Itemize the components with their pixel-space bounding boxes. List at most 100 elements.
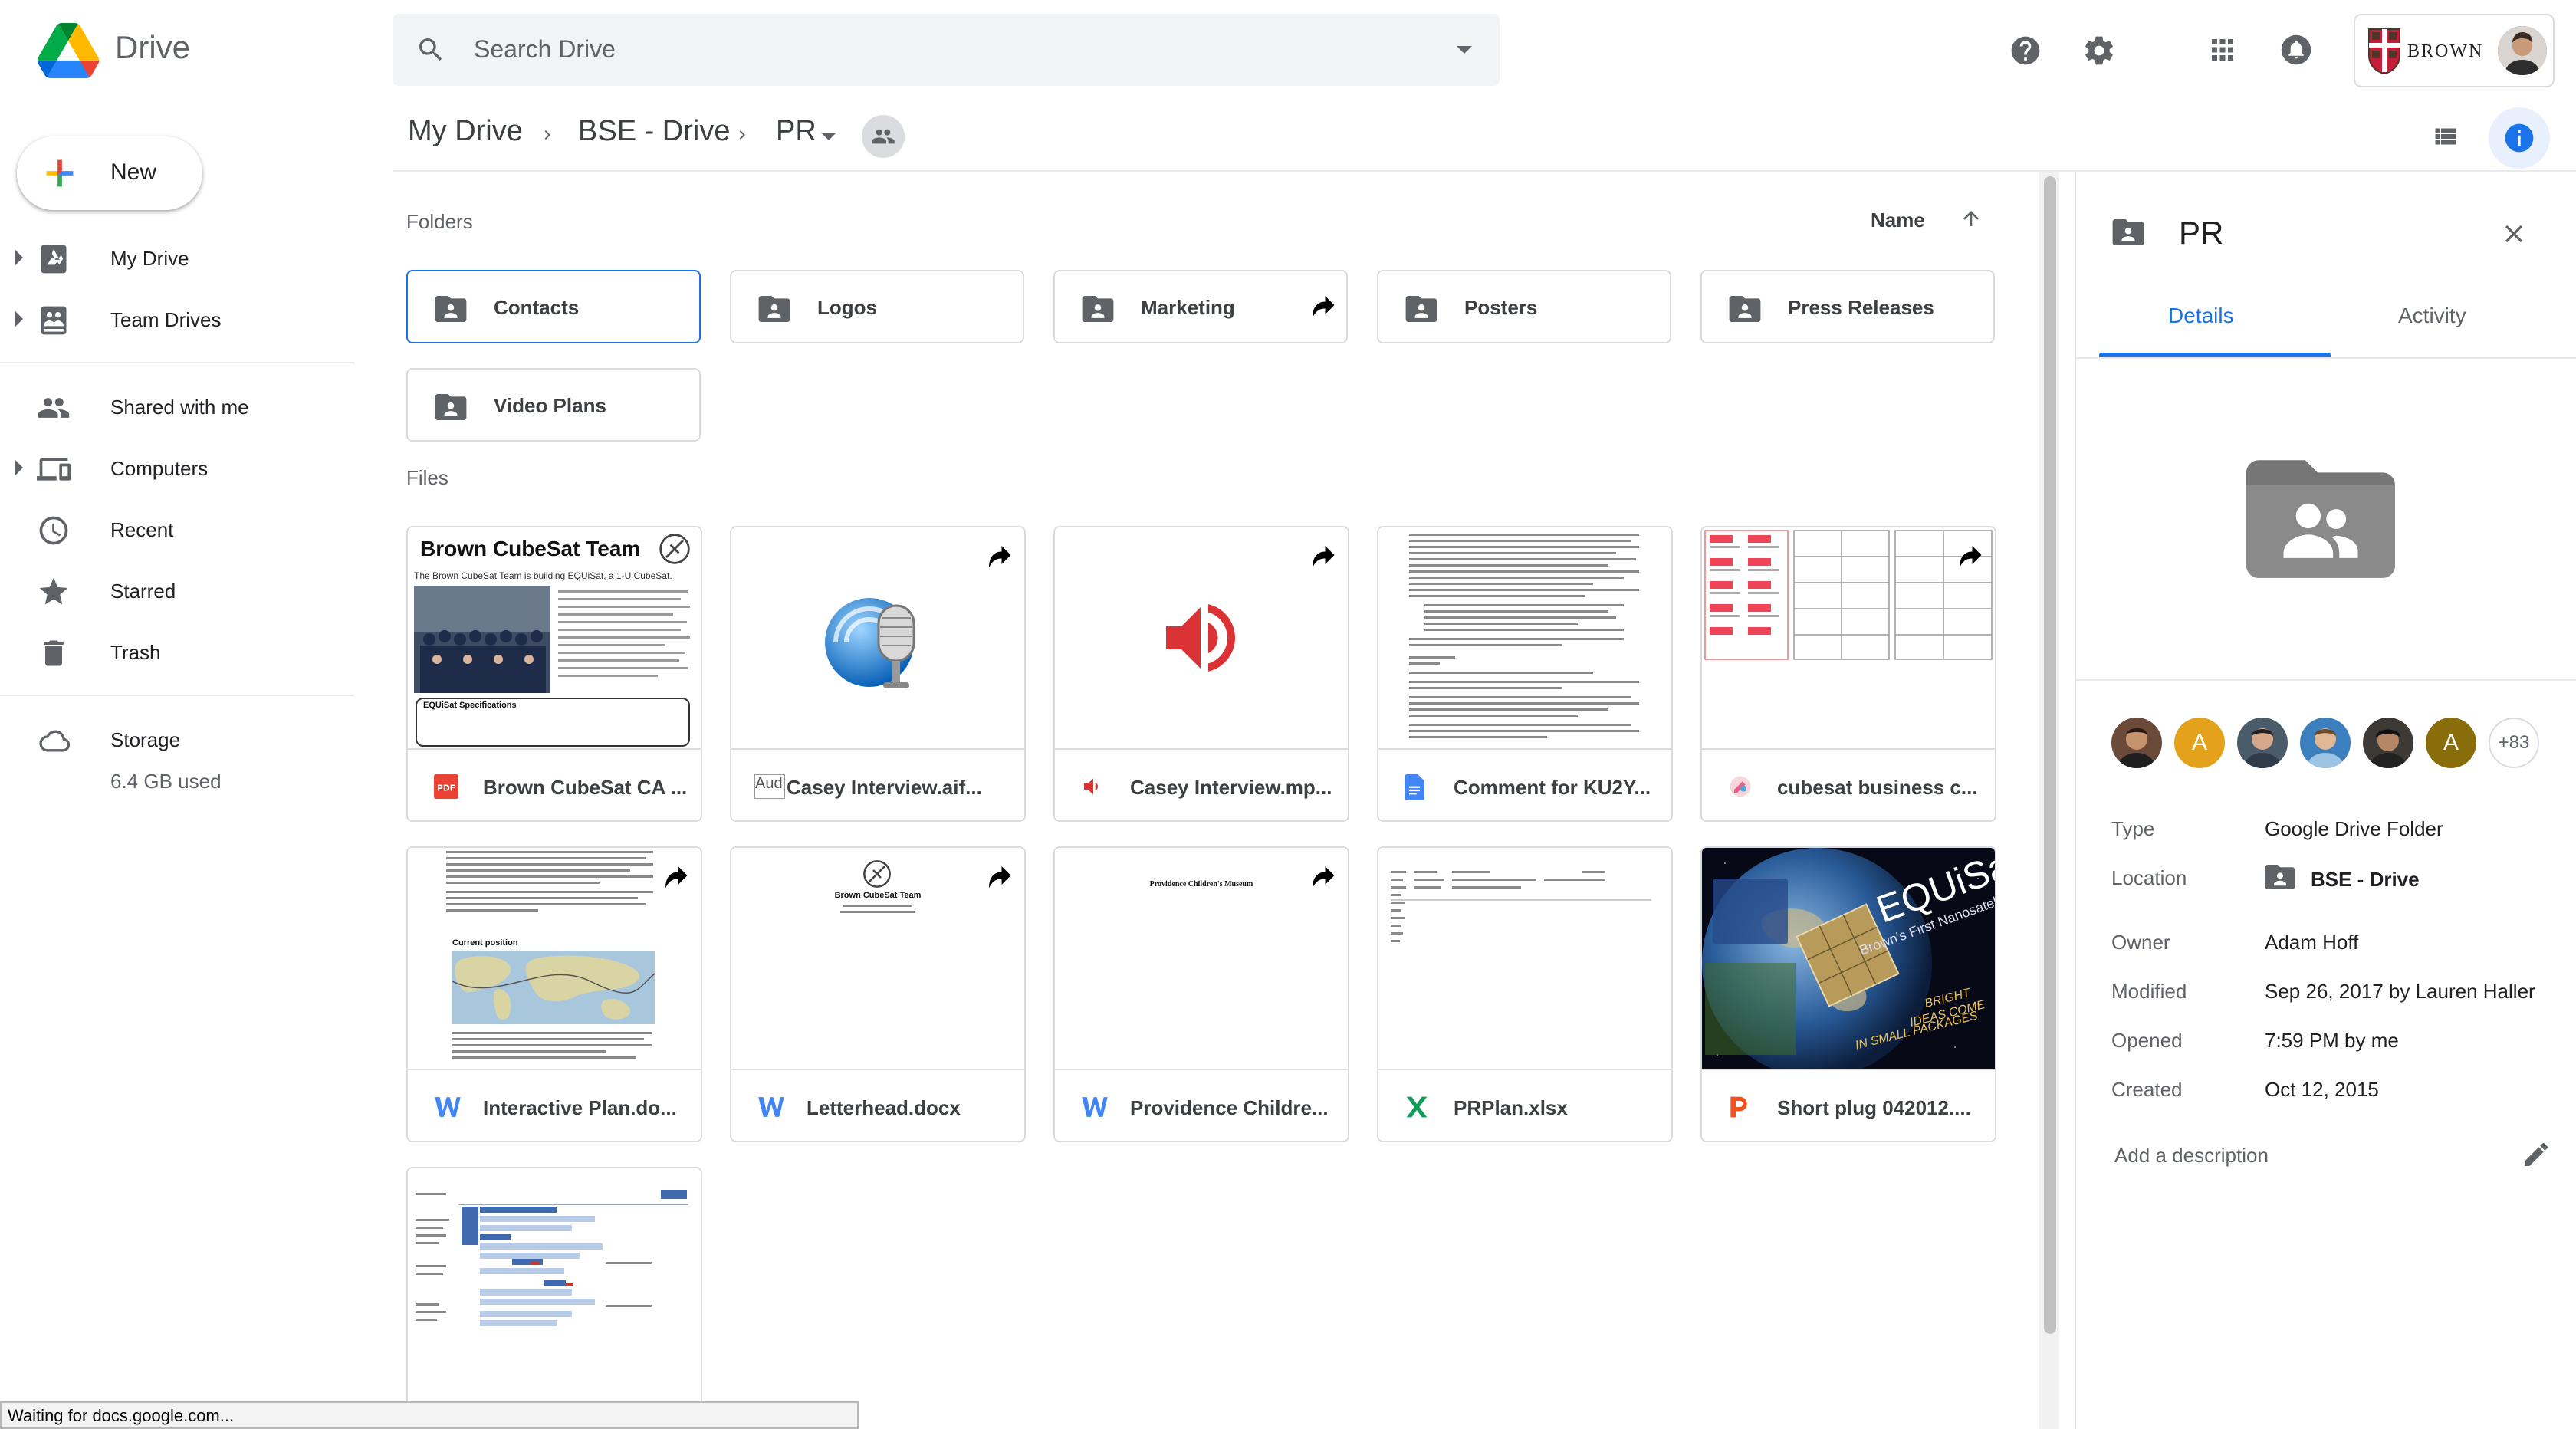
file-card[interactable] bbox=[406, 1167, 702, 1429]
meta-value-modified: Sep 26, 2017 by Lauren Haller bbox=[2265, 980, 2535, 1003]
tab-details[interactable]: Details bbox=[2168, 304, 2234, 328]
file-card[interactable]: EQUiSat Brown's First Nanosatellite BRIG… bbox=[1700, 846, 1996, 1142]
document-text-lines bbox=[1409, 534, 1639, 738]
document-text-lines bbox=[840, 905, 915, 913]
folder-card[interactable]: Contacts bbox=[406, 270, 701, 343]
shortcut-arrow-icon bbox=[1960, 546, 1982, 568]
document-text-lines bbox=[452, 1032, 652, 1059]
collaborator-avatar[interactable] bbox=[2363, 718, 2413, 768]
sidebar-item-recent[interactable]: Recent bbox=[0, 503, 353, 557]
file-card[interactable]: Comment for KU2Y... bbox=[1377, 526, 1673, 822]
file-card[interactable]: cubesat business c... bbox=[1700, 526, 1996, 822]
powerpoint-file-icon bbox=[1730, 1096, 1747, 1118]
sidebar-item-computers[interactable]: Computers bbox=[0, 442, 353, 495]
podcast-microphone-icon bbox=[825, 598, 915, 688]
expand-caret-icon[interactable] bbox=[14, 248, 25, 267]
file-footer: Letterhead.docx bbox=[731, 1069, 1024, 1141]
user-avatar[interactable] bbox=[2498, 26, 2547, 75]
collaborator-avatar[interactable] bbox=[2237, 718, 2288, 768]
gantt-chart-preview bbox=[416, 1190, 688, 1326]
file-card[interactable]: Providence Children's Museum Providence … bbox=[1053, 846, 1349, 1142]
file-thumbnail bbox=[1378, 527, 1671, 748]
search-icon[interactable] bbox=[416, 34, 446, 65]
help-icon[interactable] bbox=[2009, 34, 2042, 67]
file-card[interactable]: Casey Interview.mp... bbox=[1053, 526, 1349, 822]
file-card[interactable]: PRPlan.xlsx bbox=[1377, 846, 1673, 1142]
trash-icon bbox=[44, 640, 64, 666]
thumb-title: Brown CubeSat Team bbox=[834, 891, 922, 900]
sort-ascending-arrow-icon[interactable] bbox=[1960, 207, 1983, 230]
collaborator-avatar[interactable] bbox=[2300, 718, 2351, 768]
apps-grid-icon[interactable] bbox=[2206, 34, 2239, 66]
file-thumbnail: Brown CubeSat Team The Brown CubeSat Tea… bbox=[408, 527, 701, 748]
file-name: Short plug 042012.... bbox=[1777, 1096, 1971, 1119]
file-card[interactable]: Brown CubeSat Team Letterhead.docx bbox=[730, 846, 1026, 1142]
sidebar-item-trash[interactable]: Trash bbox=[0, 626, 353, 679]
tab-activity[interactable]: Activity bbox=[2398, 304, 2466, 328]
settings-gear-icon[interactable] bbox=[2082, 34, 2116, 67]
file-name: cubesat business c... bbox=[1777, 776, 1978, 799]
sidebar-item-shared-with-me[interactable]: Shared with me bbox=[0, 380, 353, 434]
details-toggle-button[interactable] bbox=[2489, 107, 2550, 169]
shared-folder-badge[interactable] bbox=[862, 115, 905, 158]
content-scrollbar-thumb[interactable] bbox=[2044, 176, 2056, 1334]
file-thumbnail: Providence Children's Museum bbox=[1055, 848, 1348, 1069]
file-card[interactable]: Current position Interactive Plan.do... bbox=[406, 846, 702, 1142]
chevron-down-icon[interactable] bbox=[820, 132, 837, 143]
team-drives-icon bbox=[41, 306, 67, 335]
file-thumbnail bbox=[408, 1168, 701, 1389]
sidebar-item-storage[interactable]: Storage bbox=[0, 713, 353, 767]
collaborator-avatar[interactable] bbox=[2111, 718, 2162, 768]
search-options-dropdown-icon[interactable] bbox=[1455, 44, 1474, 55]
broken-image-icon: Audio bbox=[754, 774, 785, 799]
meta-label: Owner bbox=[2111, 931, 2170, 954]
satellite-logo-icon bbox=[659, 534, 690, 564]
new-button[interactable]: New bbox=[17, 136, 202, 210]
file-thumbnail: Brown CubeSat Team bbox=[731, 848, 1024, 1069]
folders-section-title: Folders bbox=[406, 210, 473, 233]
breadcrumb-my-drive[interactable]: My Drive bbox=[408, 115, 523, 148]
sidebar-item-starred[interactable]: Starred bbox=[0, 564, 353, 618]
shared-folder-icon bbox=[2265, 865, 2295, 889]
shortcut-arrow-icon bbox=[1313, 296, 1335, 318]
drive-logo-icon[interactable] bbox=[37, 23, 100, 78]
search-input[interactable]: Search Drive bbox=[474, 35, 616, 64]
file-footer: Comment for KU2Y... bbox=[1378, 748, 1671, 820]
close-icon[interactable] bbox=[2499, 219, 2528, 248]
folder-card[interactable]: Press Releases bbox=[1700, 270, 1995, 343]
my-drive-icon bbox=[41, 245, 67, 274]
folder-card[interactable]: Video Plans bbox=[406, 368, 701, 442]
file-name: Casey Interview.aif... bbox=[787, 776, 982, 799]
sidebar-item-my-drive[interactable]: My Drive bbox=[0, 232, 353, 285]
breadcrumb-pr[interactable]: PR bbox=[776, 115, 816, 148]
file-footer: PRPlan.xlsx bbox=[1378, 1069, 1671, 1141]
file-card[interactable]: Audio Casey Interview.aif... bbox=[730, 526, 1026, 822]
list-view-icon[interactable] bbox=[2432, 123, 2459, 150]
breadcrumb-bse-drive[interactable]: BSE - Drive bbox=[578, 115, 730, 148]
folder-card[interactable]: Posters bbox=[1377, 270, 1671, 343]
meta-value-type: Google Drive Folder bbox=[2265, 817, 2443, 840]
search-bar[interactable]: Search Drive bbox=[393, 14, 1500, 86]
meta-value-opened: 7:59 PM by me bbox=[2265, 1029, 2399, 1052]
collaborator-avatar[interactable]: A bbox=[2174, 718, 2225, 768]
files-section-title: Files bbox=[406, 466, 449, 489]
more-collaborators-badge[interactable]: +83 bbox=[2489, 718, 2539, 768]
chevron-right-icon bbox=[544, 130, 550, 140]
description-input[interactable]: Add a description bbox=[2114, 1144, 2269, 1168]
account-switcher[interactable]: BROWN bbox=[2354, 14, 2555, 87]
file-card[interactable]: Brown CubeSat Team The Brown CubeSat Tea… bbox=[406, 526, 702, 822]
meta-value-owner: Adam Hoff bbox=[2265, 931, 2359, 954]
sort-by-name-button[interactable]: Name bbox=[1871, 209, 1925, 232]
shared-folder-icon bbox=[435, 296, 467, 322]
expand-caret-icon[interactable] bbox=[14, 310, 25, 328]
folder-card[interactable]: Logos bbox=[730, 270, 1024, 343]
edit-pencil-icon[interactable] bbox=[2521, 1139, 2551, 1170]
expand-caret-icon[interactable] bbox=[14, 458, 25, 477]
shared-icon bbox=[38, 398, 70, 418]
folder-card[interactable]: Marketing bbox=[1053, 270, 1348, 343]
notifications-bell-icon[interactable] bbox=[2280, 34, 2312, 66]
collaborator-avatar[interactable]: A bbox=[2426, 718, 2476, 768]
audio-file-icon bbox=[1084, 778, 1098, 795]
account-org-label: BROWN bbox=[2407, 41, 2484, 61]
sidebar-item-team-drives[interactable]: Team Drives bbox=[0, 293, 353, 347]
